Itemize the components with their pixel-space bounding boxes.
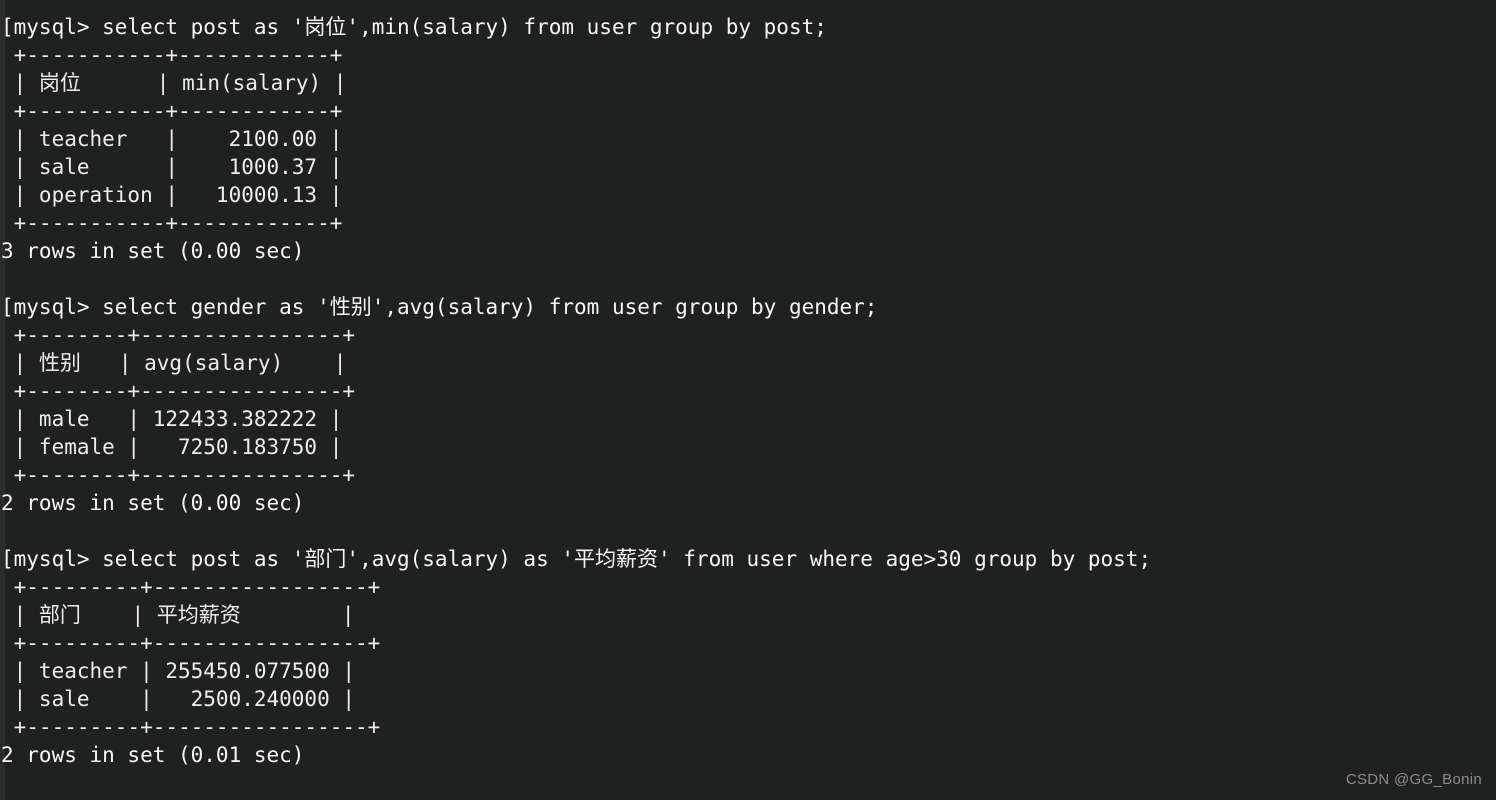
table-row: | operation | 10000.13 | [1,183,343,207]
table-row: | male | 122433.382222 | [1,407,343,431]
result-status: 3 rows in set (0.00 sec) [1,239,305,263]
table-row: | sale | 1000.37 | [1,155,343,179]
watermark: CSDN @GG_Bonin [1345,771,1482,788]
table-top-rule: +---------+-----------------+ [1,575,381,599]
table-header-row: | 性别 | avg(salary) | [1,351,347,375]
table-bottom-rule: +--------+----------------+ [1,463,356,487]
table-mid-rule: +---------+-----------------+ [1,631,381,655]
table-bottom-rule: +---------+-----------------+ [1,715,381,739]
command-line[interactable]: [mysql> select post as '岗位',min(salary) … [0,13,1496,41]
table-row: | sale | 2500.240000 | [1,687,356,711]
terminal-screen: [mysql> select post as '岗位',min(salary) … [0,13,1496,769]
table-header-row: | 部门 | 平均薪资 | [1,603,355,627]
table-row: | teacher | 2100.00 | [1,127,343,151]
table-mid-rule: +-----------+------------+ [1,99,343,123]
table-row: | female | 7250.183750 | [1,435,343,459]
table-header-row: | 岗位 | min(salary) | [1,71,347,95]
table-top-rule: +-----------+------------+ [1,43,343,67]
command-line[interactable]: [mysql> select gender as '性别',avg(salary… [0,293,1496,321]
table-mid-rule: +--------+----------------+ [1,379,356,403]
table-top-rule: +--------+----------------+ [1,323,356,347]
table-row: | teacher | 255450.077500 | [1,659,356,683]
terminal-window[interactable]: [mysql> select post as '岗位',min(salary) … [0,0,1496,800]
table-bottom-rule: +-----------+------------+ [1,211,343,235]
result-status: 2 rows in set (0.01 sec) [1,743,305,767]
result-status: 2 rows in set (0.00 sec) [1,491,305,515]
command-line[interactable]: [mysql> select post as '部门',avg(salary) … [0,545,1496,573]
